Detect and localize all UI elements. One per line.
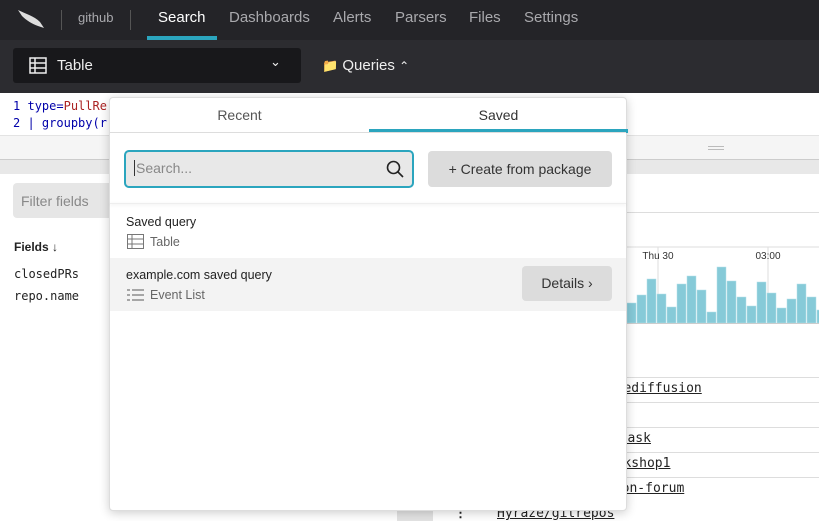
falcon-logo-icon	[18, 10, 44, 28]
nav-files[interactable]: Files	[469, 0, 501, 40]
tick-label: 03:00	[755, 251, 780, 262]
queries-label: Queries	[342, 57, 395, 74]
chevron-right-icon: ›	[588, 275, 593, 291]
view-selector[interactable]: Table ⌄	[13, 48, 301, 83]
drag-handle-icon[interactable]	[708, 146, 724, 150]
nav-alerts[interactable]: Alerts	[333, 0, 371, 40]
saved-search-input[interactable]: Search...	[124, 150, 414, 188]
tab-saved[interactable]: Saved	[369, 98, 628, 133]
queries-button[interactable]: 📁 Queries ⌃	[322, 57, 409, 74]
nav-dashboards[interactable]: Dashboards	[229, 0, 310, 40]
nav-search[interactable]: Search	[147, 0, 216, 40]
field-item[interactable]: repo.name	[14, 285, 79, 307]
query-toolbar: Table ⌄ 📁 Queries ⌃	[0, 40, 819, 93]
nav-parsers[interactable]: Parsers	[395, 0, 447, 40]
histogram-bar[interactable]	[716, 266, 727, 324]
top-nav-bar: github Search Dashboards Alerts Parsers …	[0, 0, 819, 40]
create-from-package-button[interactable]: + Create from package	[428, 151, 612, 187]
search-icon	[386, 160, 404, 178]
view-selector-label: Table	[57, 57, 93, 74]
histogram-bar[interactable]	[686, 275, 697, 324]
histogram-bar[interactable]	[726, 280, 737, 324]
editor-line: 2 | groupby(r	[13, 116, 107, 130]
histogram-bar[interactable]	[736, 296, 747, 324]
event-histogram[interactable]: Thu 30 03:00	[600, 240, 819, 330]
histogram-bar[interactable]	[706, 311, 717, 324]
query-type: Table	[150, 235, 180, 249]
query-editor[interactable]: 1 type=PullRe 2 | groupby(r	[13, 98, 107, 132]
histogram-bar[interactable]	[666, 306, 677, 324]
chevron-down-icon: ⌄	[270, 54, 281, 69]
table-icon	[29, 57, 47, 74]
field-item[interactable]: closedPRs	[14, 263, 79, 285]
histogram-bar[interactable]	[696, 289, 707, 324]
histogram-bar[interactable]	[796, 283, 807, 324]
histogram-bar[interactable]	[626, 302, 637, 324]
details-button[interactable]: Details ›	[522, 266, 612, 301]
nav-settings[interactable]: Settings	[524, 0, 578, 40]
plus-icon: +	[448, 161, 457, 177]
sort-arrow-down-icon: ↓	[52, 240, 59, 254]
list-icon	[127, 289, 144, 301]
queries-popup: Recent Saved Search... + Create from pac…	[109, 97, 628, 511]
tick-label: Thu 30	[642, 251, 674, 262]
fields-header[interactable]: Fields ↓	[14, 240, 58, 254]
workspace-name[interactable]: github	[78, 0, 113, 40]
query-title: example.com saved query	[126, 268, 272, 282]
histogram-bar[interactable]	[766, 292, 777, 324]
table-icon	[127, 234, 144, 249]
histogram-bar[interactable]	[636, 294, 647, 324]
histogram-bar[interactable]	[656, 293, 667, 324]
query-type: Event List	[150, 288, 205, 302]
tab-recent[interactable]: Recent	[110, 98, 369, 133]
histogram-bar[interactable]	[776, 307, 787, 324]
histogram-bar[interactable]	[646, 278, 657, 324]
histogram-bar[interactable]	[676, 283, 687, 324]
histogram-bar[interactable]	[756, 281, 767, 324]
histogram-bar[interactable]	[786, 298, 797, 324]
fields-list: closedPRs repo.name	[14, 263, 79, 307]
histogram-bar[interactable]	[806, 296, 817, 324]
saved-query-item[interactable]: Saved query Table	[110, 208, 626, 258]
query-title: Saved query	[126, 215, 197, 229]
histogram-bar[interactable]	[746, 305, 757, 324]
chevron-up-icon: ⌃	[399, 59, 410, 73]
editor-line: 1 type=PullRe	[13, 99, 107, 113]
folder-code-icon: 📁	[322, 58, 339, 73]
saved-query-item[interactable]: example.com saved query Event List Detai…	[110, 258, 626, 311]
